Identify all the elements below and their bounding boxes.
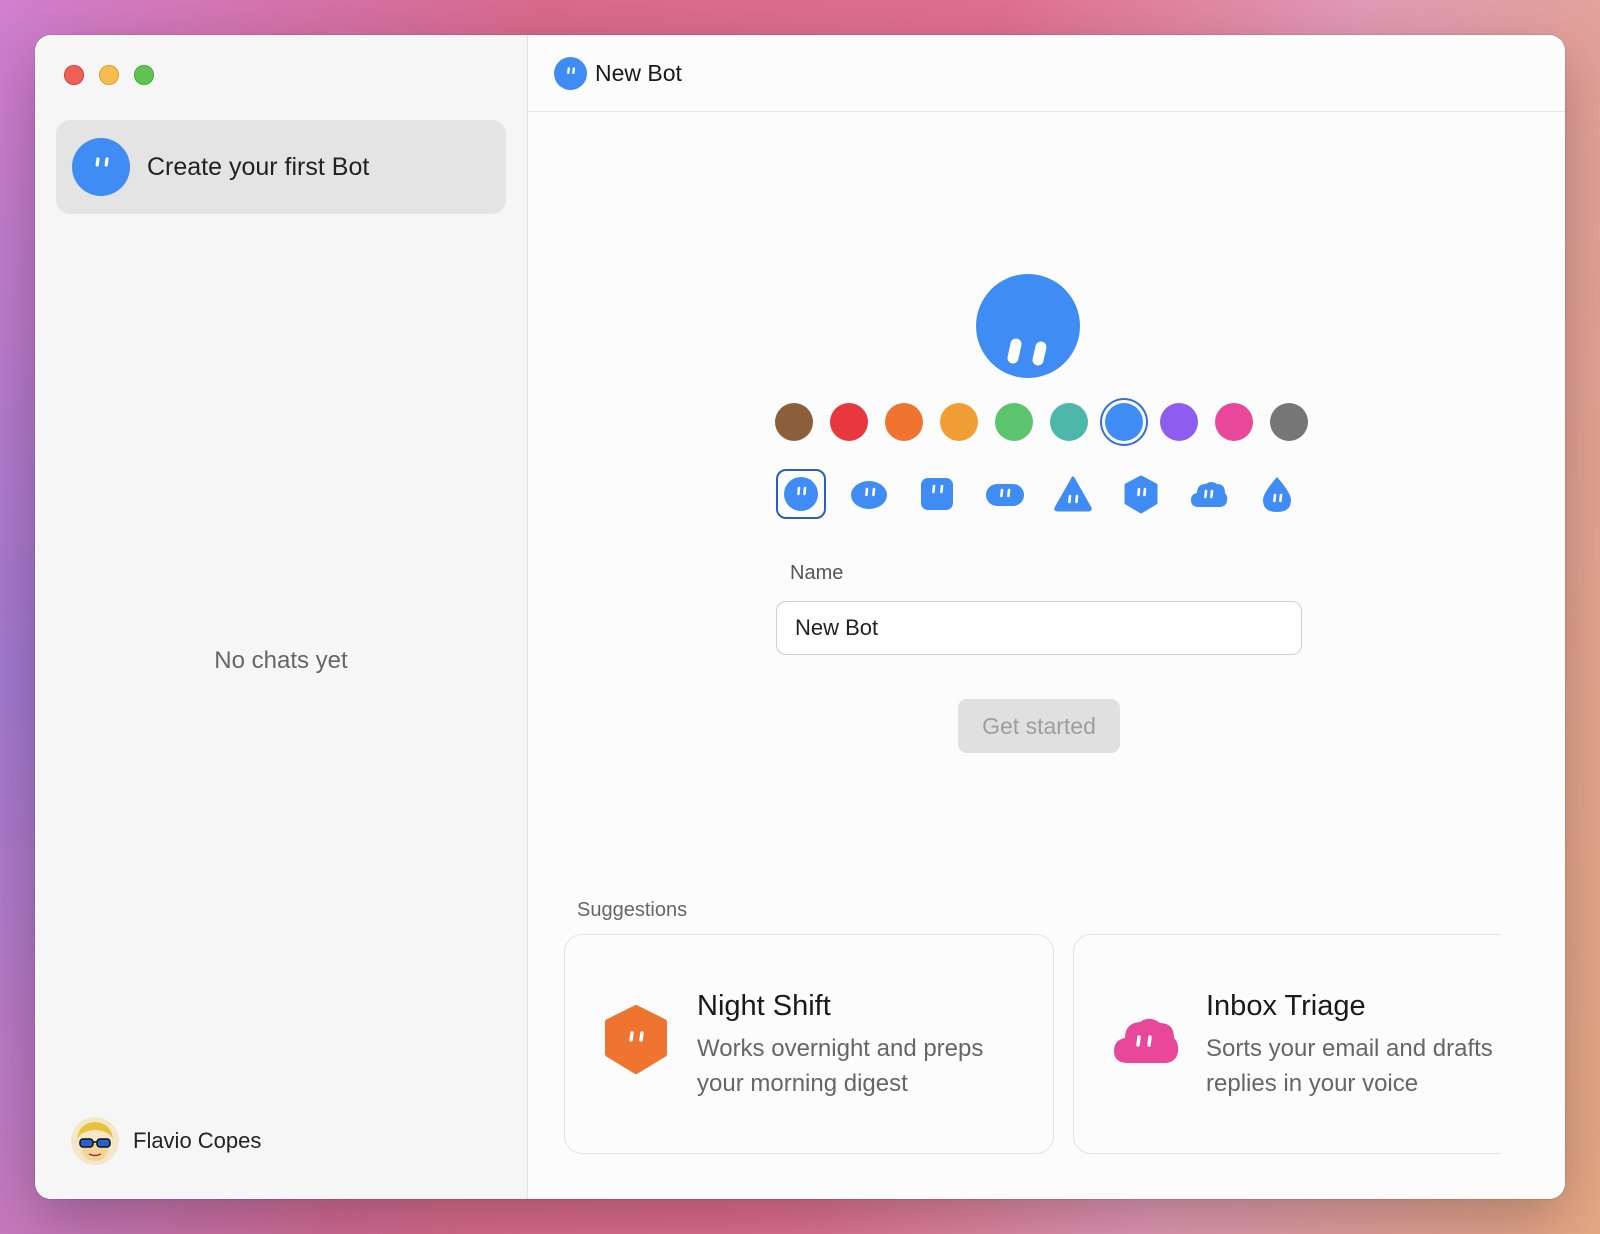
suggestion-desc-line: your morning digest — [697, 1070, 908, 1097]
get-started-button[interactable]: Get started — [958, 699, 1120, 753]
suggestion-card-night-shift[interactable]: Night Shift Works overnight and preps yo… — [564, 934, 1054, 1154]
hexagon-bot-icon — [605, 1005, 667, 1074]
user-profile[interactable]: Flavio Copes — [71, 1117, 261, 1165]
close-window-button[interactable] — [64, 65, 84, 85]
color-swatch[interactable] — [830, 403, 868, 441]
suggestion-description: Sorts your email and drafts replies in y… — [1206, 1031, 1501, 1101]
suggestion-card-inbox-triage[interactable]: Inbox Triage Sorts your email and drafts… — [1073, 934, 1501, 1154]
suggestion-title: Inbox Triage — [1206, 990, 1366, 1022]
shape-option-hexagon[interactable] — [1116, 469, 1166, 519]
color-swatch[interactable] — [1160, 403, 1198, 441]
bot-icon — [554, 56, 587, 90]
shape-picker — [776, 469, 1320, 519]
window-controls — [64, 65, 154, 85]
circle-bot-icon — [784, 477, 818, 511]
shape-option-cloud[interactable] — [1184, 469, 1234, 519]
color-swatch[interactable] — [775, 403, 813, 441]
cloud-bot-icon — [1114, 1018, 1179, 1063]
page-title: New Bot — [595, 59, 682, 86]
color-swatch[interactable] — [885, 403, 923, 441]
suggestion-desc-line: replies in your voice — [1206, 1070, 1419, 1097]
pill-bot-icon — [986, 484, 1024, 506]
color-swatch[interactable] — [995, 403, 1033, 441]
suggestion-desc-line: Sorts your email and drafts — [1206, 1035, 1493, 1062]
shape-option-pill[interactable] — [980, 469, 1030, 519]
minimize-window-button[interactable] — [99, 65, 119, 85]
blob-bot-icon — [851, 481, 887, 509]
color-swatch[interactable] — [1215, 403, 1253, 441]
suggestion-title: Night Shift — [697, 990, 831, 1022]
bot-avatar-icon — [72, 138, 130, 196]
suggestions-label: Suggestions — [577, 899, 688, 921]
shape-option-triangle[interactable] — [1048, 469, 1098, 519]
color-picker — [775, 403, 1325, 441]
bot-preview-icon — [976, 274, 1080, 378]
maximize-window-button[interactable] — [134, 65, 154, 85]
main-panel: New Bot Name Get started Suggestions Nig… — [528, 35, 1565, 1199]
color-swatch[interactable] — [1105, 403, 1143, 441]
user-avatar — [71, 1117, 119, 1165]
color-swatch[interactable] — [940, 403, 978, 441]
cloud-bot-icon — [1191, 482, 1228, 507]
create-first-bot-label: Create your first Bot — [147, 152, 370, 181]
name-label: Name — [790, 562, 844, 584]
triangle-bot-icon — [1054, 476, 1092, 512]
main-header: New Bot — [528, 35, 1565, 112]
empty-chats-text: No chats yet — [214, 647, 348, 674]
user-name: Flavio Copes — [133, 1128, 262, 1153]
shape-option-square[interactable] — [912, 469, 962, 519]
drop-bot-icon — [1263, 477, 1291, 512]
shape-option-circle[interactable] — [776, 469, 826, 519]
suggestion-description: Works overnight and preps your morning d… — [697, 1031, 1017, 1101]
hexagon-bot-icon — [1124, 475, 1158, 514]
color-swatch[interactable] — [1050, 403, 1088, 441]
color-swatch[interactable] — [1270, 403, 1308, 441]
suggestion-desc-line: Works overnight and preps — [697, 1035, 984, 1062]
sidebar: Create your first Bot No chats yet Flavi… — [35, 35, 528, 1199]
square-bot-icon — [921, 478, 953, 510]
shape-option-drop[interactable] — [1252, 469, 1302, 519]
bot-name-input[interactable] — [776, 601, 1302, 655]
app-window: Create your first Bot No chats yet Flavi… — [35, 35, 1565, 1199]
create-first-bot-item[interactable]: Create your first Bot — [56, 120, 506, 214]
suggestions-scroll: Inbox Triage Sorts your email and drafts… — [1071, 934, 1501, 1164]
shape-option-blob[interactable] — [844, 469, 894, 519]
